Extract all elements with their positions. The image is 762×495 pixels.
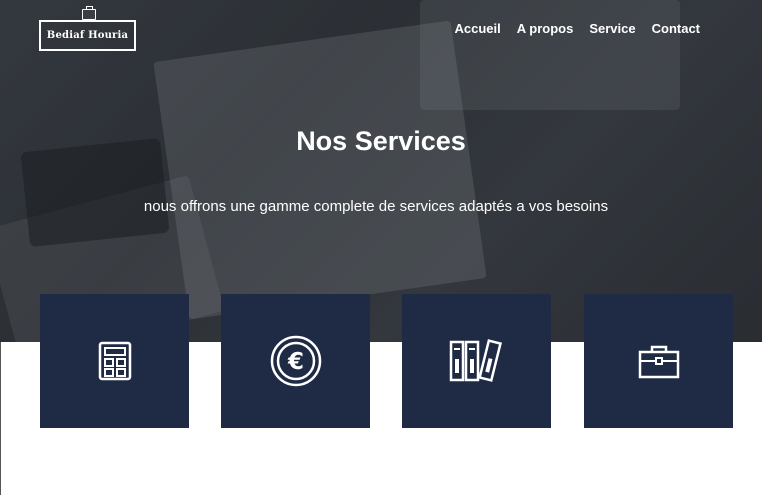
nav-item-accueil[interactable]: Accueil [455,21,501,36]
brand-logo[interactable]: Bediaf Houria [39,6,136,51]
service-card-business[interactable] [584,294,733,428]
service-card-finance[interactable]: € [221,294,370,428]
briefcase-icon [638,345,679,379]
service-card-accounting[interactable] [40,294,189,428]
service-card-archives[interactable] [402,294,551,428]
page-subtitle: nous offrons une gamme complete de servi… [143,198,609,215]
nav-item-a-propos[interactable]: A propos [517,21,574,36]
svg-text:€: € [286,349,303,375]
page-title: Nos Services [296,126,466,156]
binders-icon [449,339,502,382]
calculator-icon [98,341,131,381]
nav-item-contact[interactable]: Contact [652,21,700,36]
briefcase-icon [82,6,96,20]
brand-name: Bediaf Houria [46,30,129,41]
nav-item-service[interactable]: Service [589,21,635,36]
divider [0,342,1,495]
hero-overlay [0,0,762,342]
euro-coin-icon: € [270,335,321,387]
main-nav: Accueil A propos Service Contact [455,21,700,36]
hero-section: Bediaf Houria Accueil A propos Service C… [0,0,762,342]
